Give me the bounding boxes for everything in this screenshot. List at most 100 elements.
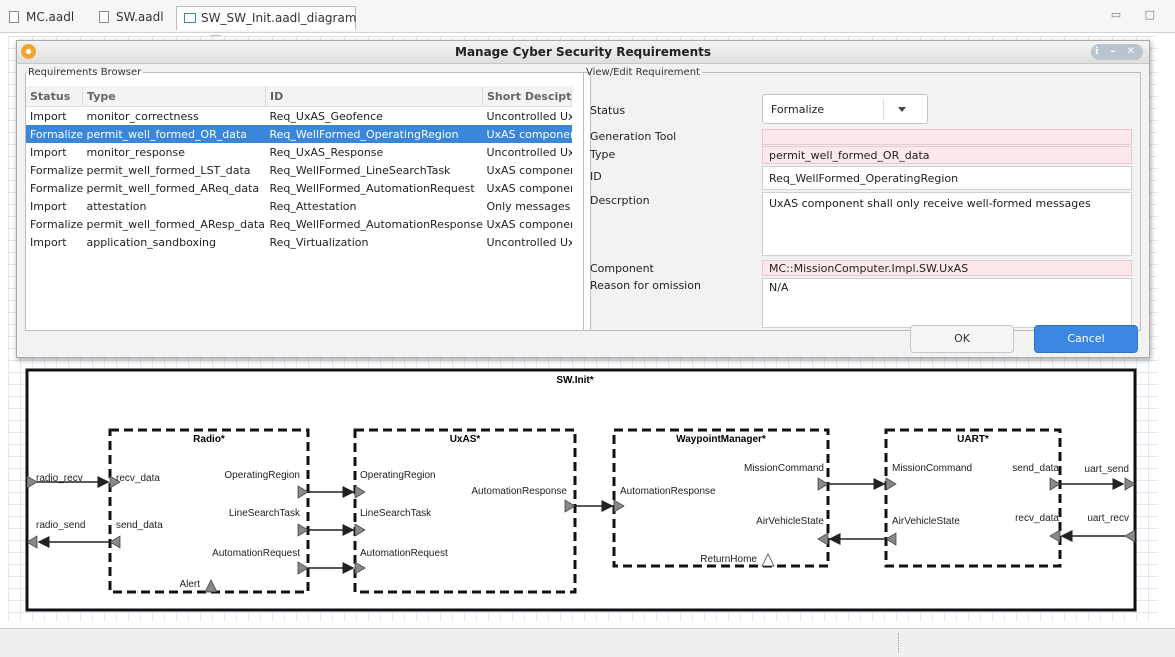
- port-label: MissionCommand: [892, 463, 972, 474]
- reason-label: Reason for omission: [590, 279, 701, 292]
- cell-status: Import: [30, 199, 67, 213]
- cell-short-description: Uncontrolled Ux: [486, 109, 572, 123]
- component-label: WaypointManager*: [676, 434, 766, 445]
- port-label: uart_send: [1085, 464, 1129, 475]
- status-dropdown[interactable]: Formalize: [762, 94, 928, 124]
- cell-type: permit_well_formed_AResp_data: [86, 217, 265, 231]
- cell-type: monitor_correctness: [86, 109, 199, 123]
- port-label: Alert: [179, 579, 200, 590]
- column-header-status[interactable]: Status: [26, 86, 83, 107]
- port-label: LineSearchTask: [229, 508, 301, 519]
- cell-type: permit_well_formed_AReq_data: [86, 181, 260, 195]
- type-label: Type: [590, 148, 616, 161]
- port-label: OperatingRegion: [360, 470, 436, 481]
- dialog-window-controls[interactable]: ℹ – ✕: [1091, 44, 1143, 60]
- cell-status: Import: [30, 145, 67, 159]
- app-icon: [21, 44, 36, 59]
- column-header-type[interactable]: Type: [82, 86, 266, 107]
- port-label: recv_data: [1015, 513, 1059, 524]
- port-label: LineSearchTask: [360, 508, 432, 519]
- id-label: ID: [590, 170, 602, 183]
- description-field[interactable]: UxAS component shall only receive well-f…: [762, 192, 1132, 256]
- cell-id: Req_WellFormed_OperatingRegion: [265, 125, 483, 143]
- view-edit-legend: View/Edit Requirement: [586, 67, 700, 78]
- cell-status: Formalize: [30, 217, 83, 231]
- component-waypoint-manager[interactable]: [612, 428, 830, 568]
- port-label: uart_recv: [1087, 513, 1129, 524]
- cell-id: Req_Attestation: [269, 199, 357, 213]
- port-label: AutomationResponse: [620, 486, 716, 497]
- cell-status: Import: [30, 235, 67, 249]
- cell-short-description: UxAS componer: [486, 217, 572, 231]
- status-value: Formalize: [771, 103, 825, 116]
- table-row[interactable]: Import monitor_correctness Req_UxAS_Geofen…: [26, 107, 572, 126]
- cell-status: Formalize: [30, 181, 83, 195]
- cell-short-description: UxAS componer: [482, 125, 572, 143]
- table-row[interactable]: Import attestation Req_Attestation Only mes…: [26, 197, 572, 215]
- cell-short-description: Uncontrolled Ux: [486, 145, 572, 159]
- port-label: AirVehicleState: [892, 516, 960, 527]
- cancel-button[interactable]: Cancel: [1034, 325, 1138, 353]
- column-header-id[interactable]: ID: [265, 86, 483, 107]
- generation-tool-label: Generation Tool: [590, 130, 677, 143]
- manage-cyber-security-dialog: Manage Cyber Security Requirements ℹ – ✕…: [16, 40, 1150, 358]
- chevron-down-icon[interactable]: [883, 99, 924, 119]
- port-label: send_data: [1012, 463, 1059, 474]
- port-label: radio_send: [36, 520, 85, 531]
- description-label: Descrption: [590, 194, 650, 207]
- cell-short-description: Only messages: [486, 199, 571, 213]
- port-label: OperatingRegion: [224, 470, 300, 481]
- generation-tool-field[interactable]: [762, 129, 1132, 145]
- port-label: recv_data: [116, 473, 160, 484]
- component-label: UxAS*: [450, 434, 481, 445]
- type-field[interactable]: permit_well_formed_OR_data: [762, 146, 1132, 164]
- requirements-browser: Requirements Browser Status Type ID Shor…: [25, 67, 591, 331]
- status-bar-divider: [898, 633, 899, 653]
- cell-status: Import: [30, 109, 67, 123]
- table-row[interactable]: Formalize permit_well_formed_OR_data Req_W…: [26, 125, 572, 143]
- cell-short-description: UxAS componer: [486, 181, 572, 195]
- system-label: SW.Init*: [556, 375, 593, 386]
- requirements-browser-legend: Requirements Browser: [28, 67, 142, 78]
- requirements-table[interactable]: Status Type ID Short Descipt Import monit…: [26, 86, 572, 251]
- cell-short-description: UxAS componer: [486, 163, 572, 177]
- table-row[interactable]: Import monitor_response Req_UxAS_Response U…: [26, 143, 572, 161]
- dialog-title: Manage Cyber Security Requirements: [455, 45, 711, 59]
- port-label: ReturnHome: [700, 554, 757, 565]
- cell-short-description: Uncontrolled Ux: [486, 235, 572, 249]
- table-row[interactable]: Formalize permit_well_formed_AReq_data Req…: [26, 179, 572, 197]
- table-row[interactable]: Import application_sandboxing Req_Virtuali…: [26, 233, 572, 251]
- cell-id: Req_WellFormed_LineSearchTask: [269, 163, 451, 177]
- port-label: AutomationResponse: [471, 486, 567, 497]
- ok-button[interactable]: OK: [910, 325, 1014, 353]
- reason-field[interactable]: N/A: [762, 278, 1132, 328]
- cell-status: Formalize: [26, 125, 83, 143]
- cell-type: permit_well_formed_OR_data: [82, 125, 266, 143]
- cell-type: application_sandboxing: [86, 235, 217, 249]
- component-field[interactable]: MC::MissionComputer.Impl.SW.UxAS: [762, 260, 1132, 276]
- status-label: Status: [590, 104, 626, 117]
- status-bar: [0, 628, 1175, 657]
- cell-status: Formalize: [30, 163, 83, 177]
- id-field[interactable]: Req_WellFormed_OperatingRegion: [762, 166, 1132, 190]
- port-label: send_data: [116, 520, 163, 531]
- cell-id: Req_WellFormed_AutomationRequest: [269, 181, 475, 195]
- port-label: radio_recv: [36, 473, 83, 484]
- component-uart[interactable]: [884, 428, 1062, 568]
- component-label: UART*: [957, 434, 989, 445]
- port-label: AutomationRequest: [360, 548, 448, 559]
- port-label: MissionCommand: [744, 463, 824, 474]
- cell-type: monitor_response: [86, 145, 186, 159]
- table-row[interactable]: Formalize permit_well_formed_LST_data Req_…: [26, 161, 572, 179]
- component-label: Radio*: [193, 434, 225, 445]
- cell-type: permit_well_formed_LST_data: [86, 163, 251, 177]
- component-label: Component: [590, 262, 654, 275]
- dialog-title-bar[interactable]: Manage Cyber Security Requirements ℹ – ✕: [17, 41, 1149, 64]
- cell-id: Req_UxAS_Geofence: [269, 109, 383, 123]
- port-label: AutomationRequest: [212, 548, 300, 559]
- port-label: AirVehicleState: [756, 516, 824, 527]
- table-row[interactable]: Formalize permit_well_formed_AResp_data Re…: [26, 215, 572, 233]
- column-header-short-description[interactable]: Short Descipt: [482, 86, 572, 107]
- cell-type: attestation: [86, 199, 147, 213]
- cell-id: Req_UxAS_Response: [269, 145, 384, 159]
